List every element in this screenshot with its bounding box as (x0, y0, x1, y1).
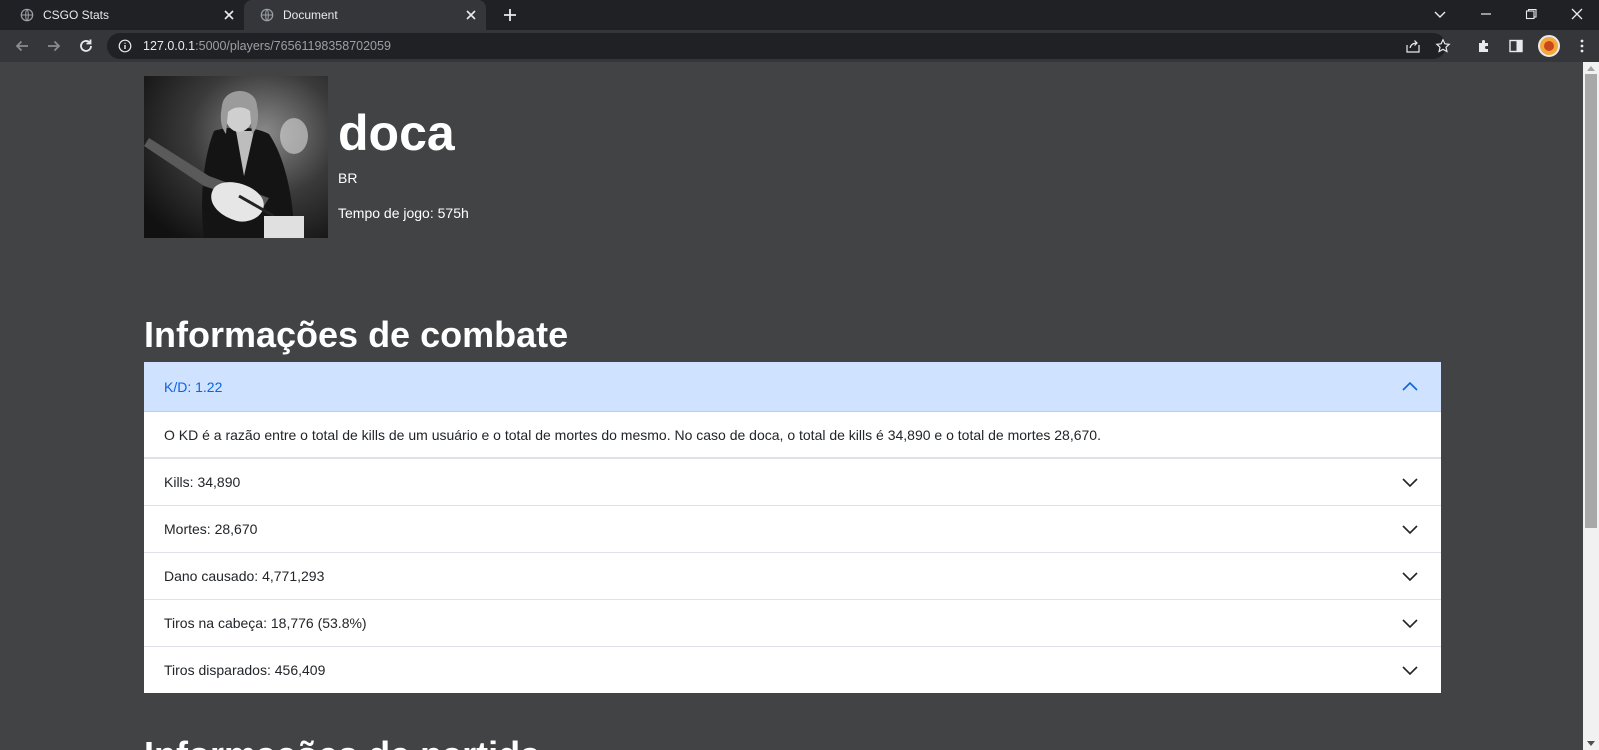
chevron-down-icon (1402, 572, 1418, 582)
reload-icon[interactable] (77, 37, 95, 55)
combat-accordion: K/D: 1.22 O KD é a razão entre o total d… (144, 362, 1441, 693)
tab-document[interactable]: Document (244, 0, 486, 30)
scroll-up-arrow-icon[interactable] (1587, 66, 1595, 71)
accordion-item-headshots: Tiros na cabeça: 18,776 (53.8%) (144, 600, 1441, 647)
accordion-label: Mortes: 28,670 (164, 521, 258, 537)
new-tab-plus-icon[interactable] (502, 7, 518, 23)
forward-arrow-icon[interactable] (45, 37, 63, 55)
accordion-label: K/D: 1.22 (164, 379, 223, 395)
chevron-down-icon (1402, 666, 1418, 676)
tab-search-chevron-icon[interactable] (1432, 6, 1448, 22)
browser-tab-strip: CSGO Stats Document (0, 0, 1599, 30)
kebab-menu-icon[interactable] (1574, 38, 1590, 54)
accordion-label: Tiros na cabeça: 18,776 (53.8%) (164, 615, 367, 631)
player-country: BR (338, 170, 358, 186)
share-icon[interactable] (1405, 38, 1421, 54)
url-text: 127.0.0.1:5000/players/76561198358702059 (143, 39, 391, 53)
player-name: doca (338, 105, 455, 161)
accordion-header-headshots[interactable]: Tiros na cabeça: 18,776 (53.8%) (144, 600, 1441, 646)
scroll-down-arrow-icon[interactable] (1587, 741, 1595, 746)
restore-icon[interactable] (1523, 6, 1539, 22)
url-path: :5000/players/76561198358702059 (195, 39, 391, 53)
combat-section-title: Informações de combate (144, 314, 569, 355)
accordion-body-kd: O KD é a razão entre o total de kills de… (144, 412, 1441, 458)
globe-icon (20, 8, 34, 22)
url-host: 127.0.0.1 (143, 39, 196, 53)
tab-title: CSGO Stats (43, 8, 110, 22)
accordion-header-shots-fired[interactable]: Tiros disparados: 456,409 (144, 647, 1441, 693)
back-arrow-icon[interactable] (13, 37, 31, 55)
close-tab-icon[interactable] (464, 8, 478, 22)
chevron-down-icon (1402, 619, 1418, 629)
tab-title: Document (283, 8, 338, 22)
accordion-item-damage: Dano causado: 4,771,293 (144, 553, 1441, 600)
bookmark-star-icon[interactable] (1435, 38, 1451, 54)
address-bar[interactable]: 127.0.0.1:5000/players/76561198358702059 (107, 33, 1451, 59)
accordion-item-kills: Kills: 34,890 (144, 459, 1441, 506)
minimize-icon[interactable] (1478, 6, 1494, 22)
accordion-header-damage[interactable]: Dano causado: 4,771,293 (144, 553, 1441, 599)
globe-icon (260, 8, 274, 22)
scrollbar-thumb[interactable] (1585, 74, 1597, 528)
chevron-down-icon (1402, 525, 1418, 535)
accordion-label: Dano causado: 4,771,293 (164, 568, 325, 584)
side-panel-icon[interactable] (1508, 38, 1524, 54)
accordion-label: Tiros disparados: 456,409 (164, 662, 326, 678)
site-info-icon[interactable] (118, 39, 132, 53)
browser-toolbar: 127.0.0.1:5000/players/76561198358702059 (0, 30, 1599, 62)
match-section-title: Informações de partida (144, 734, 540, 750)
chevron-down-icon (1402, 478, 1418, 488)
accordion-item-shots-fired: Tiros disparados: 456,409 (144, 647, 1441, 693)
accordion-item-kd: K/D: 1.22 O KD é a razão entre o total d… (144, 362, 1441, 459)
accordion-header-kills[interactable]: Kills: 34,890 (144, 459, 1441, 505)
accordion-item-deaths: Mortes: 28,670 (144, 506, 1441, 553)
close-tab-icon[interactable] (222, 8, 236, 22)
accordion-header-deaths[interactable]: Mortes: 28,670 (144, 506, 1441, 552)
extensions-puzzle-icon[interactable] (1476, 38, 1492, 54)
accordion-header-kd[interactable]: K/D: 1.22 (144, 362, 1441, 412)
close-window-icon[interactable] (1569, 6, 1585, 22)
player-avatar-photo (144, 76, 328, 238)
profile-avatar[interactable] (1538, 35, 1560, 57)
tab-csgo-stats[interactable]: CSGO Stats (0, 0, 244, 30)
chevron-up-icon (1402, 381, 1418, 391)
page-scrollbar[interactable] (1583, 62, 1599, 750)
player-playtime: Tempo de jogo: 575h (338, 205, 469, 221)
accordion-label: Kills: 34,890 (164, 474, 241, 490)
accordion-body-text: O KD é a razão entre o total de kills de… (164, 426, 1101, 443)
